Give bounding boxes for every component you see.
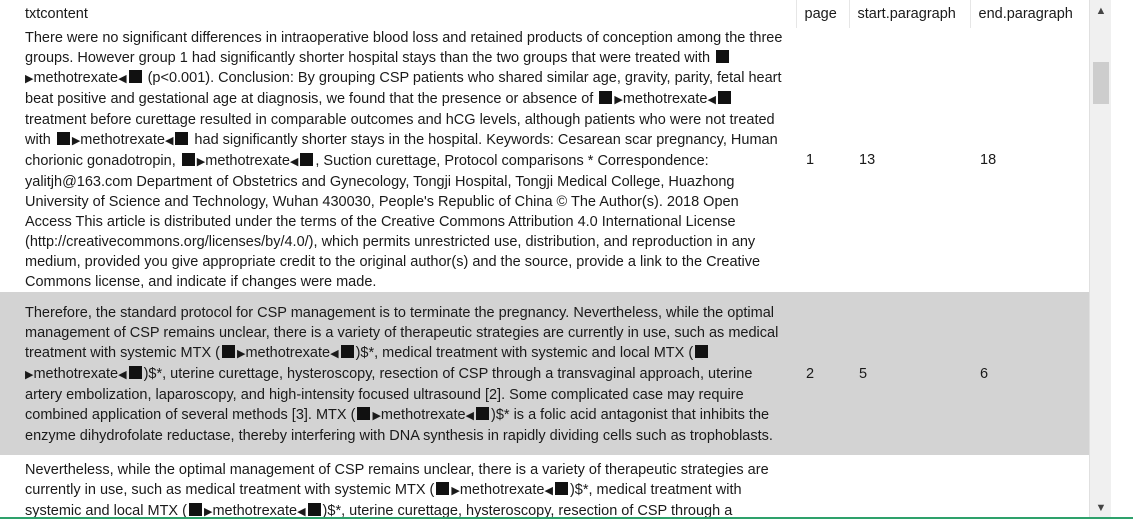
highlighted-term: methotrexate <box>245 345 331 361</box>
table-row[interactable]: Nevertheless, while the optimal manageme… <box>0 455 1089 519</box>
column-header-page[interactable]: page <box>795 0 849 28</box>
cell-page[interactable]: 2 <box>796 292 849 455</box>
redaction-mark <box>128 366 142 379</box>
marker-arrow-left-icon: ◀ <box>544 485 553 497</box>
redaction-mark <box>181 153 195 166</box>
marker-arrow-left-icon: ◀ <box>330 348 339 360</box>
table-row[interactable]: There were no significant differences in… <box>0 28 1089 292</box>
marker-arrow-right-icon: ▶ <box>372 410 381 422</box>
data-table: txtcontent page start.paragraph end.para… <box>0 0 1089 519</box>
marker-arrow-right-icon: ▶ <box>196 156 206 168</box>
cell-end-paragraph[interactable] <box>970 455 1089 519</box>
redaction-mark <box>476 407 490 420</box>
cell-end-paragraph[interactable]: 18 <box>970 28 1089 292</box>
marker-arrow-right-icon: ▶ <box>614 94 623 106</box>
chevron-down-icon[interactable]: ▼ <box>1090 497 1112 519</box>
cell-page[interactable] <box>796 455 849 519</box>
cell-end-paragraph[interactable]: 6 <box>970 292 1089 455</box>
highlighted-term: methotrexate <box>380 407 466 423</box>
redaction-mark <box>300 153 314 166</box>
vertical-scrollbar[interactable]: ▲ ▼ <box>1089 0 1112 519</box>
redaction-mark <box>695 345 709 358</box>
cell-page[interactable]: 1 <box>796 28 849 292</box>
redaction-mark <box>357 407 371 420</box>
redaction-mark <box>56 132 70 145</box>
cell-start-paragraph[interactable]: 13 <box>849 28 970 292</box>
highlighted-term: methotrexate <box>622 91 708 107</box>
cell-txtcontent[interactable]: There were no significant differences in… <box>0 28 796 292</box>
marker-arrow-left-icon: ◀ <box>289 156 299 168</box>
scrollbar-thumb[interactable] <box>1093 62 1109 104</box>
data-grid[interactable]: txtcontent page start.paragraph end.para… <box>0 0 1089 519</box>
cell-text-segment: , Suction curettage, Protocol comparison… <box>25 153 761 290</box>
redaction-mark <box>554 482 568 495</box>
marker-arrow-left-icon: ◀ <box>164 135 174 147</box>
redaction-mark <box>716 50 730 63</box>
highlighted-term: methotrexate <box>205 153 290 169</box>
cell-text-segment: There were no significant differences in… <box>25 30 783 66</box>
marker-arrow-left-icon: ◀ <box>465 410 475 422</box>
marker-arrow-right-icon: ▶ <box>451 485 460 497</box>
column-header-end-paragraph[interactable]: end.paragraph <box>969 0 1089 28</box>
marker-arrow-left-icon: ◀ <box>707 94 716 106</box>
redaction-mark <box>717 91 731 104</box>
redaction-mark <box>599 91 613 104</box>
column-header-start-paragraph[interactable]: start.paragraph <box>848 0 970 28</box>
window-edge <box>1111 0 1133 519</box>
chevron-up-icon[interactable]: ▲ <box>1090 0 1112 22</box>
redaction-mark <box>221 345 235 358</box>
marker-arrow-left-icon: ◀ <box>118 369 127 381</box>
header-row: txtcontent page start.paragraph end.para… <box>0 0 1089 28</box>
highlighted-term: methotrexate <box>33 70 119 86</box>
cell-start-paragraph[interactable] <box>849 455 970 519</box>
data-viewer: txtcontent page start.paragraph end.para… <box>0 0 1133 519</box>
table-row[interactable]: Therefore, the standard protocol for CSP… <box>0 292 1089 455</box>
cell-start-paragraph[interactable]: 5 <box>849 292 970 455</box>
highlighted-term: methotrexate <box>459 482 545 498</box>
cell-text-segment: )$*, medical treatment with systemic and… <box>355 345 694 361</box>
cell-txtcontent[interactable]: Nevertheless, while the optimal manageme… <box>0 455 796 519</box>
highlighted-term: methotrexate <box>80 132 165 148</box>
redaction-mark <box>188 503 202 516</box>
redaction-mark <box>175 132 189 145</box>
redaction-mark <box>128 70 142 83</box>
cell-txtcontent[interactable]: Therefore, the standard protocol for CSP… <box>0 292 796 455</box>
marker-arrow-left-icon: ◀ <box>118 73 127 85</box>
redaction-mark <box>436 482 450 495</box>
highlighted-term: methotrexate <box>33 366 119 382</box>
redaction-mark <box>307 503 321 516</box>
redaction-mark <box>340 345 354 358</box>
column-header-txtcontent[interactable]: txtcontent <box>0 0 796 28</box>
